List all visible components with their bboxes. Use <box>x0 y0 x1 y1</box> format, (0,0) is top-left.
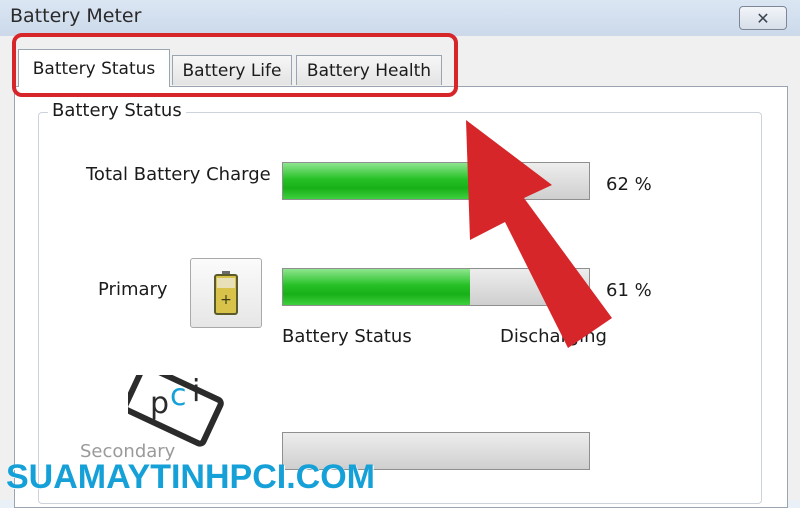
watermark-text: SUAMAYTINHPCI.COM <box>6 458 375 496</box>
arrow-icon <box>466 120 612 348</box>
arrow-annotation <box>466 120 612 348</box>
svg-text:c: c <box>170 378 187 413</box>
svg-text:p: p <box>150 386 169 421</box>
pci-logo-icon: p c i <box>128 375 224 447</box>
svg-text:i: i <box>192 375 200 409</box>
